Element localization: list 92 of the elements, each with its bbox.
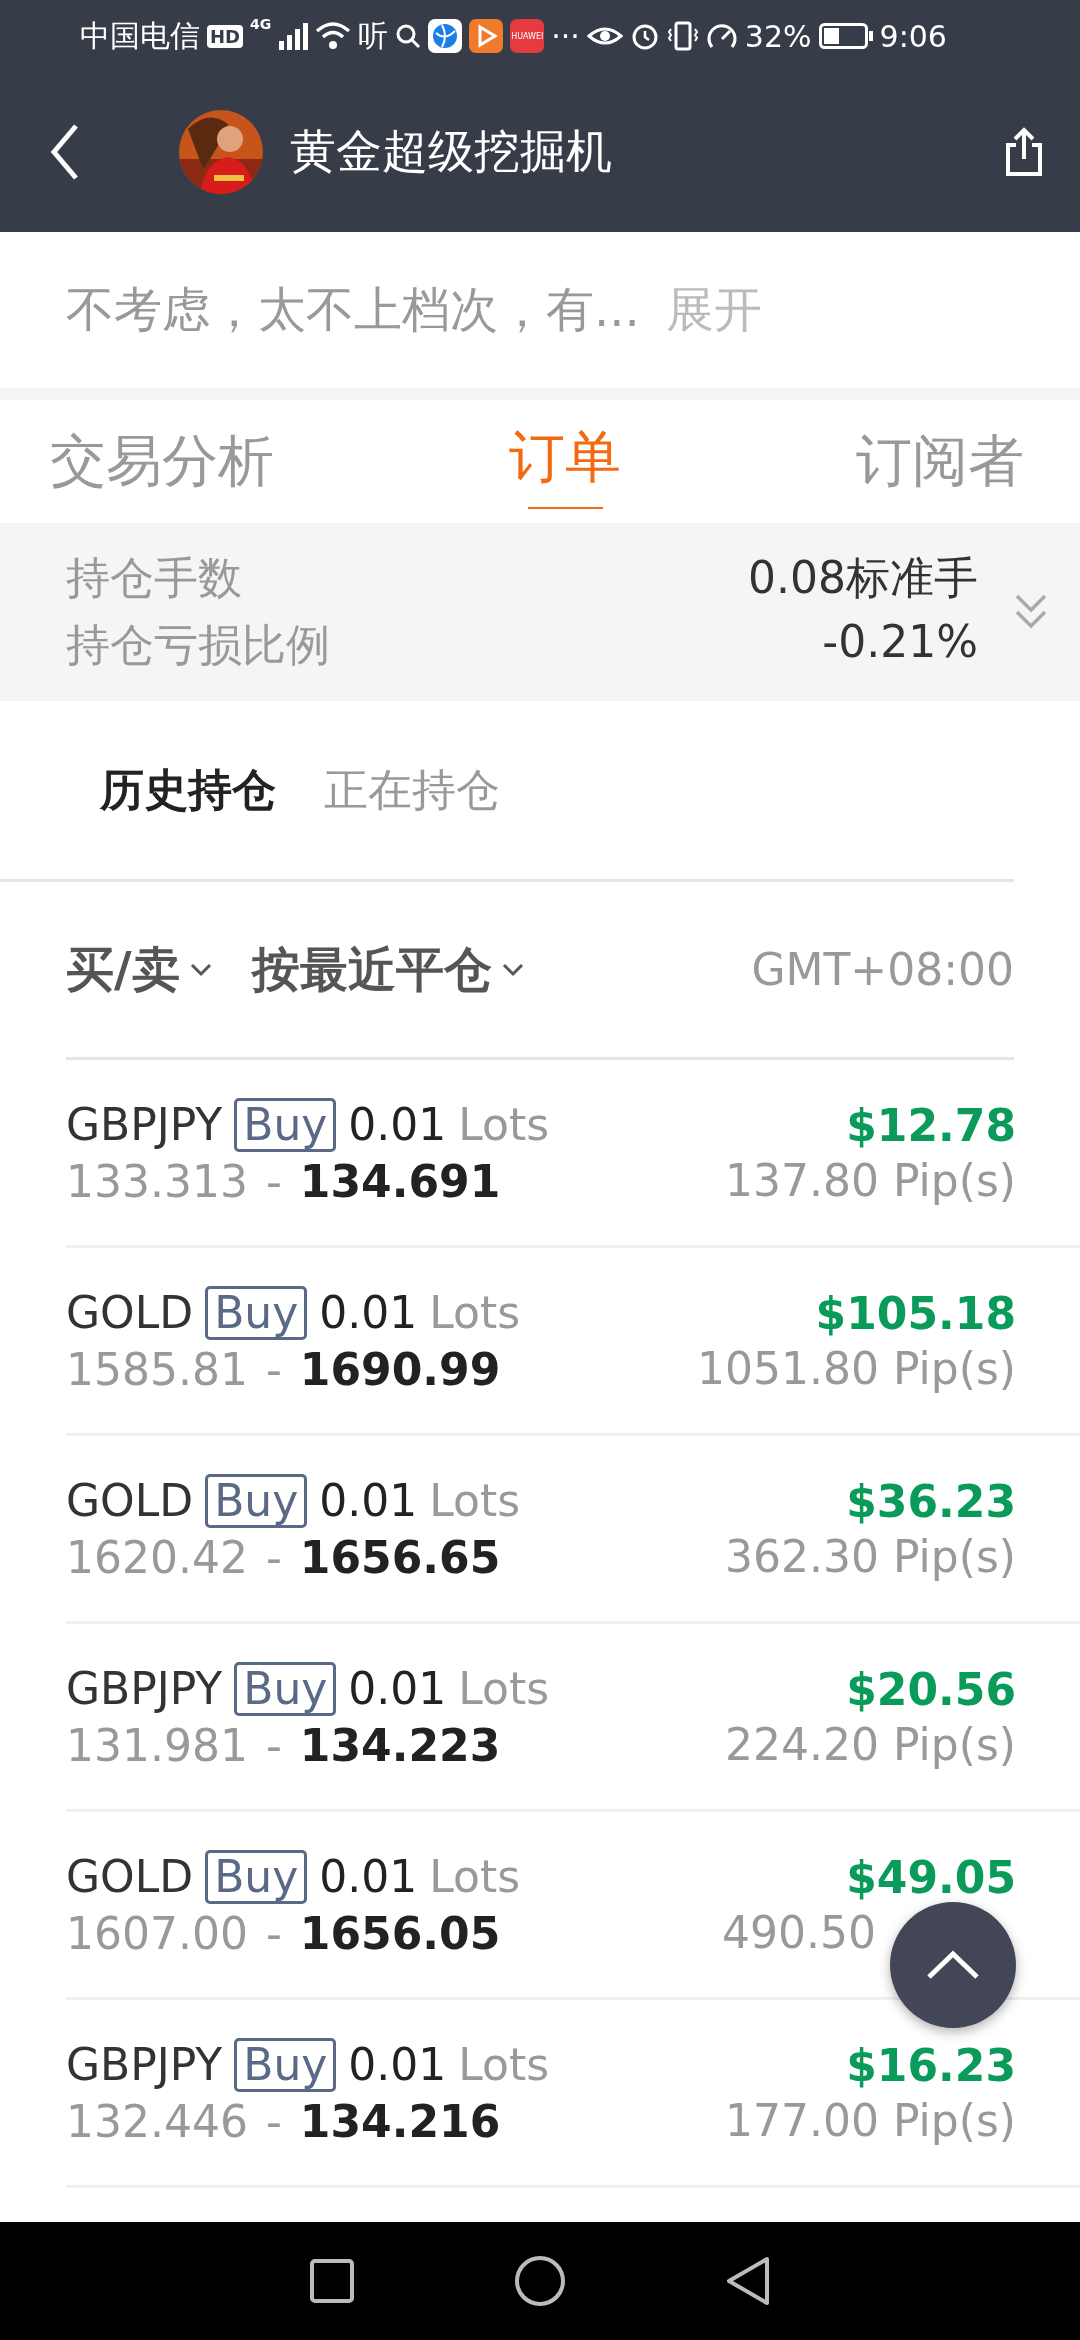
- profit-amount: $36.23: [846, 1475, 1016, 1527]
- pips-count: 362.30 Pip(s): [725, 1530, 1016, 1582]
- symbol: GBPJPY: [66, 1099, 223, 1151]
- expand-link[interactable]: 展开: [665, 278, 762, 342]
- price-separator: -: [265, 1908, 282, 1960]
- pips-count: 177.00 Pip(s): [725, 2094, 1016, 2146]
- pips-count: 224.20 Pip(s): [725, 1718, 1016, 1770]
- lot-size: 0.01: [319, 1851, 418, 1903]
- lot-unit: Lots: [458, 1099, 550, 1151]
- lot-size: 0.01: [348, 2039, 447, 2091]
- vibrate-icon: [666, 21, 699, 51]
- symbol: GOLD: [66, 1475, 194, 1527]
- back-icon[interactable]: [50, 122, 80, 182]
- profit-amount: $16.23: [846, 2039, 1016, 2091]
- price-separator: -: [265, 1532, 282, 1584]
- play-app-icon: [469, 19, 504, 53]
- price-separator: -: [265, 2096, 282, 2148]
- caret-icon: [189, 962, 212, 977]
- lot-unit: Lots: [429, 1475, 521, 1527]
- clock: 9:06: [879, 18, 947, 54]
- pips-count: 1051.80 Pip(s): [697, 1342, 1016, 1394]
- open-price: 132.446: [66, 2096, 248, 2148]
- sub-tab[interactable]: 正在持仓: [324, 760, 500, 820]
- lot-size: 0.01: [348, 1099, 447, 1151]
- home-icon[interactable]: [514, 2255, 566, 2307]
- pips-count: 490.50: [722, 1906, 876, 1958]
- summary-label: 持仓亏损比例: [66, 618, 330, 672]
- caret-icon: [501, 962, 524, 977]
- summary-label: 持仓手数: [66, 551, 242, 605]
- close-price: 1656.05: [299, 1908, 501, 1960]
- side-badge: Buy: [205, 1849, 308, 1905]
- open-price: 131.981: [66, 1720, 248, 1772]
- profit-amount: $105.18: [815, 1287, 1016, 1339]
- summary-value: -0.21%: [822, 616, 978, 669]
- side-badge: Buy: [205, 1473, 308, 1529]
- lot-unit: Lots: [458, 2039, 550, 2091]
- side-filter[interactable]: 买/卖: [66, 937, 212, 1002]
- price-separator: -: [265, 1156, 282, 1208]
- open-price: 1585.81: [66, 1344, 248, 1396]
- hd-badge: HD: [207, 24, 243, 48]
- tab[interactable]: 交易分析: [50, 400, 274, 523]
- globe-app-icon: [428, 19, 463, 53]
- search-icon: [395, 23, 422, 49]
- open-price: 1620.42: [66, 1532, 248, 1584]
- close-price: 134.223: [299, 1720, 501, 1772]
- price-separator: -: [265, 1720, 282, 1772]
- header-title: 黄金超级挖掘机: [290, 123, 612, 180]
- back-nav-icon[interactable]: [724, 2255, 771, 2307]
- side-badge: Buy: [205, 1285, 308, 1341]
- scroll-to-top-button[interactable]: [890, 1902, 1016, 2028]
- lot-unit: Lots: [429, 1287, 521, 1339]
- wifi-icon: [315, 21, 352, 51]
- profit-amount: $20.56: [846, 1663, 1016, 1715]
- pips-count: 137.80 Pip(s): [725, 1154, 1016, 1206]
- open-price: 133.313: [66, 1156, 248, 1208]
- side-badge: Buy: [234, 1097, 337, 1153]
- description-text: 不考虑，太不上档次，有...: [66, 280, 640, 339]
- profit-amount: $49.05: [846, 1851, 1016, 1903]
- timezone-label: GMT+08:00: [751, 944, 1014, 995]
- lot-unit: Lots: [429, 1851, 521, 1903]
- symbol: GBPJPY: [66, 1663, 223, 1715]
- close-price: 1656.65: [299, 1532, 501, 1584]
- store-app-icon: HUAWEI: [510, 19, 545, 53]
- recents-icon[interactable]: [309, 2258, 356, 2304]
- close-price: 134.216: [299, 2096, 501, 2148]
- sort-filter[interactable]: 按最近平仓: [251, 937, 524, 1002]
- sub-tab[interactable]: 历史持仓: [100, 760, 276, 820]
- summary-value: 0.08标准手: [748, 551, 978, 605]
- symbol: GBPJPY: [66, 2039, 223, 2091]
- open-price: 1607.00: [66, 1908, 248, 1960]
- lot-size: 0.01: [319, 1475, 418, 1527]
- chevron-up-icon: [926, 1950, 980, 1980]
- signal-icon: [278, 21, 309, 51]
- profit-amount: $12.78: [846, 1099, 1016, 1151]
- close-price: 1690.99: [299, 1344, 501, 1396]
- battery-percent: 32%: [744, 18, 812, 54]
- side-badge: Buy: [234, 2037, 337, 2093]
- side-badge: Buy: [234, 1661, 337, 1717]
- lot-unit: Lots: [458, 1663, 550, 1715]
- symbol: GOLD: [66, 1851, 194, 1903]
- lot-size: 0.01: [348, 1663, 447, 1715]
- lot-size: 0.01: [319, 1287, 418, 1339]
- price-separator: -: [265, 1344, 282, 1396]
- network-type: 4G: [250, 16, 272, 32]
- battery-icon: [818, 23, 873, 49]
- listen-indicator: 听: [358, 16, 389, 55]
- tab[interactable]: 订阅者: [856, 400, 1024, 523]
- symbol: GOLD: [66, 1287, 194, 1339]
- close-price: 134.691: [299, 1156, 501, 1208]
- more-notifications: ···: [551, 18, 580, 54]
- share-icon[interactable]: [1004, 127, 1044, 177]
- carrier-name: 中国电信: [80, 16, 200, 55]
